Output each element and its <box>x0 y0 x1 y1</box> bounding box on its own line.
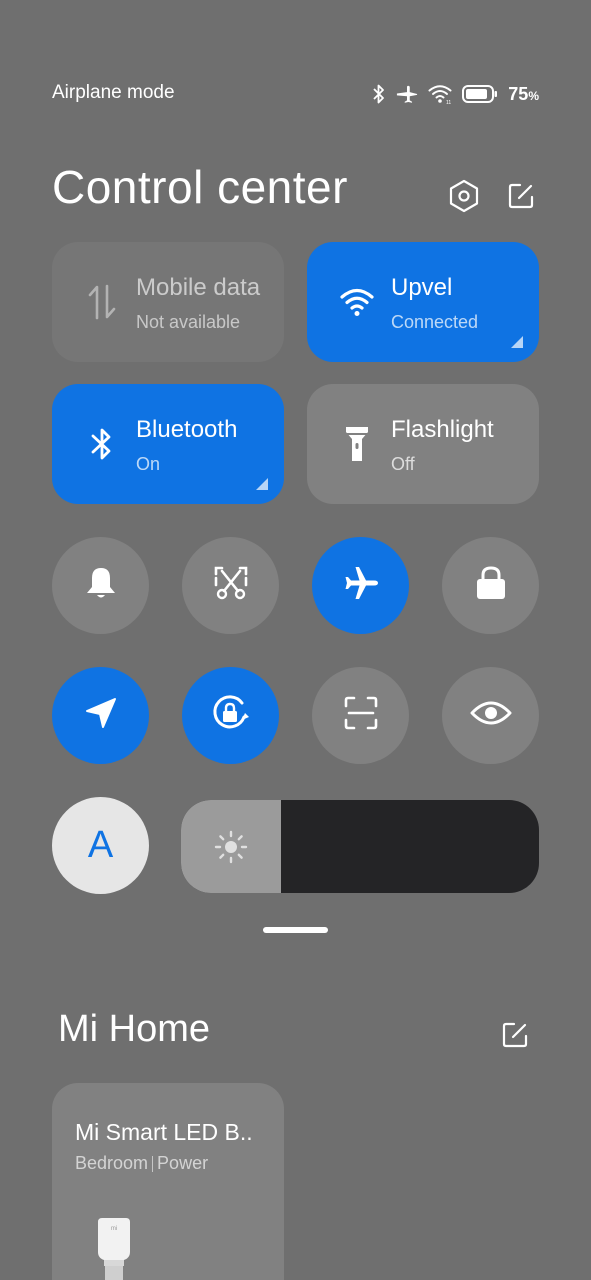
panel-drag-handle[interactable] <box>263 927 328 933</box>
page-title: Control center <box>52 161 348 213</box>
status-icons: 11 75% <box>372 80 539 108</box>
wifi-icon: 11 <box>428 84 452 104</box>
device-room: Bedroom <box>75 1153 149 1173</box>
tile-wifi-title: Upvel <box>391 274 453 301</box>
auto-brightness-label: A <box>87 824 114 866</box>
tile-mobile-data-subtitle: Not available <box>136 312 241 332</box>
tile-mobile-data-title: Mobile data <box>136 274 261 301</box>
device-name: Mi Smart LED B.. <box>75 1119 253 1145</box>
edit-icon[interactable] <box>503 178 539 214</box>
scan-icon <box>343 695 379 736</box>
toggle-scanner[interactable] <box>312 667 409 764</box>
tile-bluetooth-subtitle: On <box>136 454 161 474</box>
battery-percent: 75% <box>508 84 539 105</box>
eye-icon <box>470 699 512 732</box>
wifi-icon <box>339 284 375 320</box>
mi-home-title: Mi Home <box>58 1008 211 1050</box>
rotation-lock-icon <box>209 693 253 738</box>
toggle-location[interactable] <box>52 667 149 764</box>
tile-wifi[interactable]: Upvel Connected <box>307 242 539 362</box>
battery-percent-unit: % <box>528 88 539 103</box>
lock-icon <box>475 565 507 606</box>
airplane-icon <box>396 84 418 104</box>
device-card[interactable]: Mi Smart LED B.. Bedroom Power mi <box>52 1083 284 1280</box>
tile-flashlight-subtitle: Off <box>391 454 415 474</box>
toggle-lock-screen[interactable] <box>442 537 539 634</box>
sun-icon <box>213 829 249 865</box>
toggle-rotation-lock[interactable] <box>182 667 279 764</box>
toggle-screenshot[interactable] <box>182 537 279 634</box>
battery-percent-value: 75 <box>508 83 529 104</box>
svg-text:11: 11 <box>446 100 451 104</box>
status-mode-label: Airplane mode <box>52 82 175 103</box>
tile-bluetooth-title: Bluetooth <box>136 416 238 443</box>
airplane-icon <box>342 564 380 607</box>
screenshot-scissors-icon <box>213 565 249 606</box>
tile-mobile-data[interactable]: Mobile data Not available <box>52 242 284 362</box>
toggle-sound[interactable] <box>52 537 149 634</box>
toggle-reading-mode[interactable] <box>442 667 539 764</box>
device-status: Power <box>157 1153 209 1173</box>
tile-flashlight[interactable]: Flashlight Off <box>307 384 539 504</box>
control-center-screen: Airplane mode 11 75% Control center Mobi… <box>0 0 591 1280</box>
toggle-airplane[interactable] <box>312 537 409 634</box>
auto-brightness-button[interactable]: A <box>52 797 149 894</box>
bluetooth-icon <box>372 83 386 105</box>
battery-icon <box>462 85 498 103</box>
expand-corner-icon <box>511 336 523 348</box>
brightness-slider[interactable] <box>181 800 539 893</box>
tile-wifi-subtitle: Connected <box>391 312 479 332</box>
edit-icon[interactable] <box>497 1017 533 1053</box>
device-meta: Bedroom Power <box>75 1153 208 1174</box>
expand-corner-icon <box>256 478 268 490</box>
mobile-data-icon <box>84 284 120 320</box>
tile-flashlight-title: Flashlight <box>391 416 494 443</box>
svg-text:mi: mi <box>111 1226 117 1232</box>
bluetooth-icon <box>84 426 120 462</box>
bell-icon <box>84 565 118 606</box>
settings-hexagon-icon[interactable] <box>446 178 482 214</box>
flashlight-icon <box>339 426 375 462</box>
bulb-icon: mi <box>94 1216 134 1280</box>
location-icon <box>84 696 118 735</box>
tile-bluetooth[interactable]: Bluetooth On <box>52 384 284 504</box>
device-meta-divider <box>152 1155 154 1172</box>
